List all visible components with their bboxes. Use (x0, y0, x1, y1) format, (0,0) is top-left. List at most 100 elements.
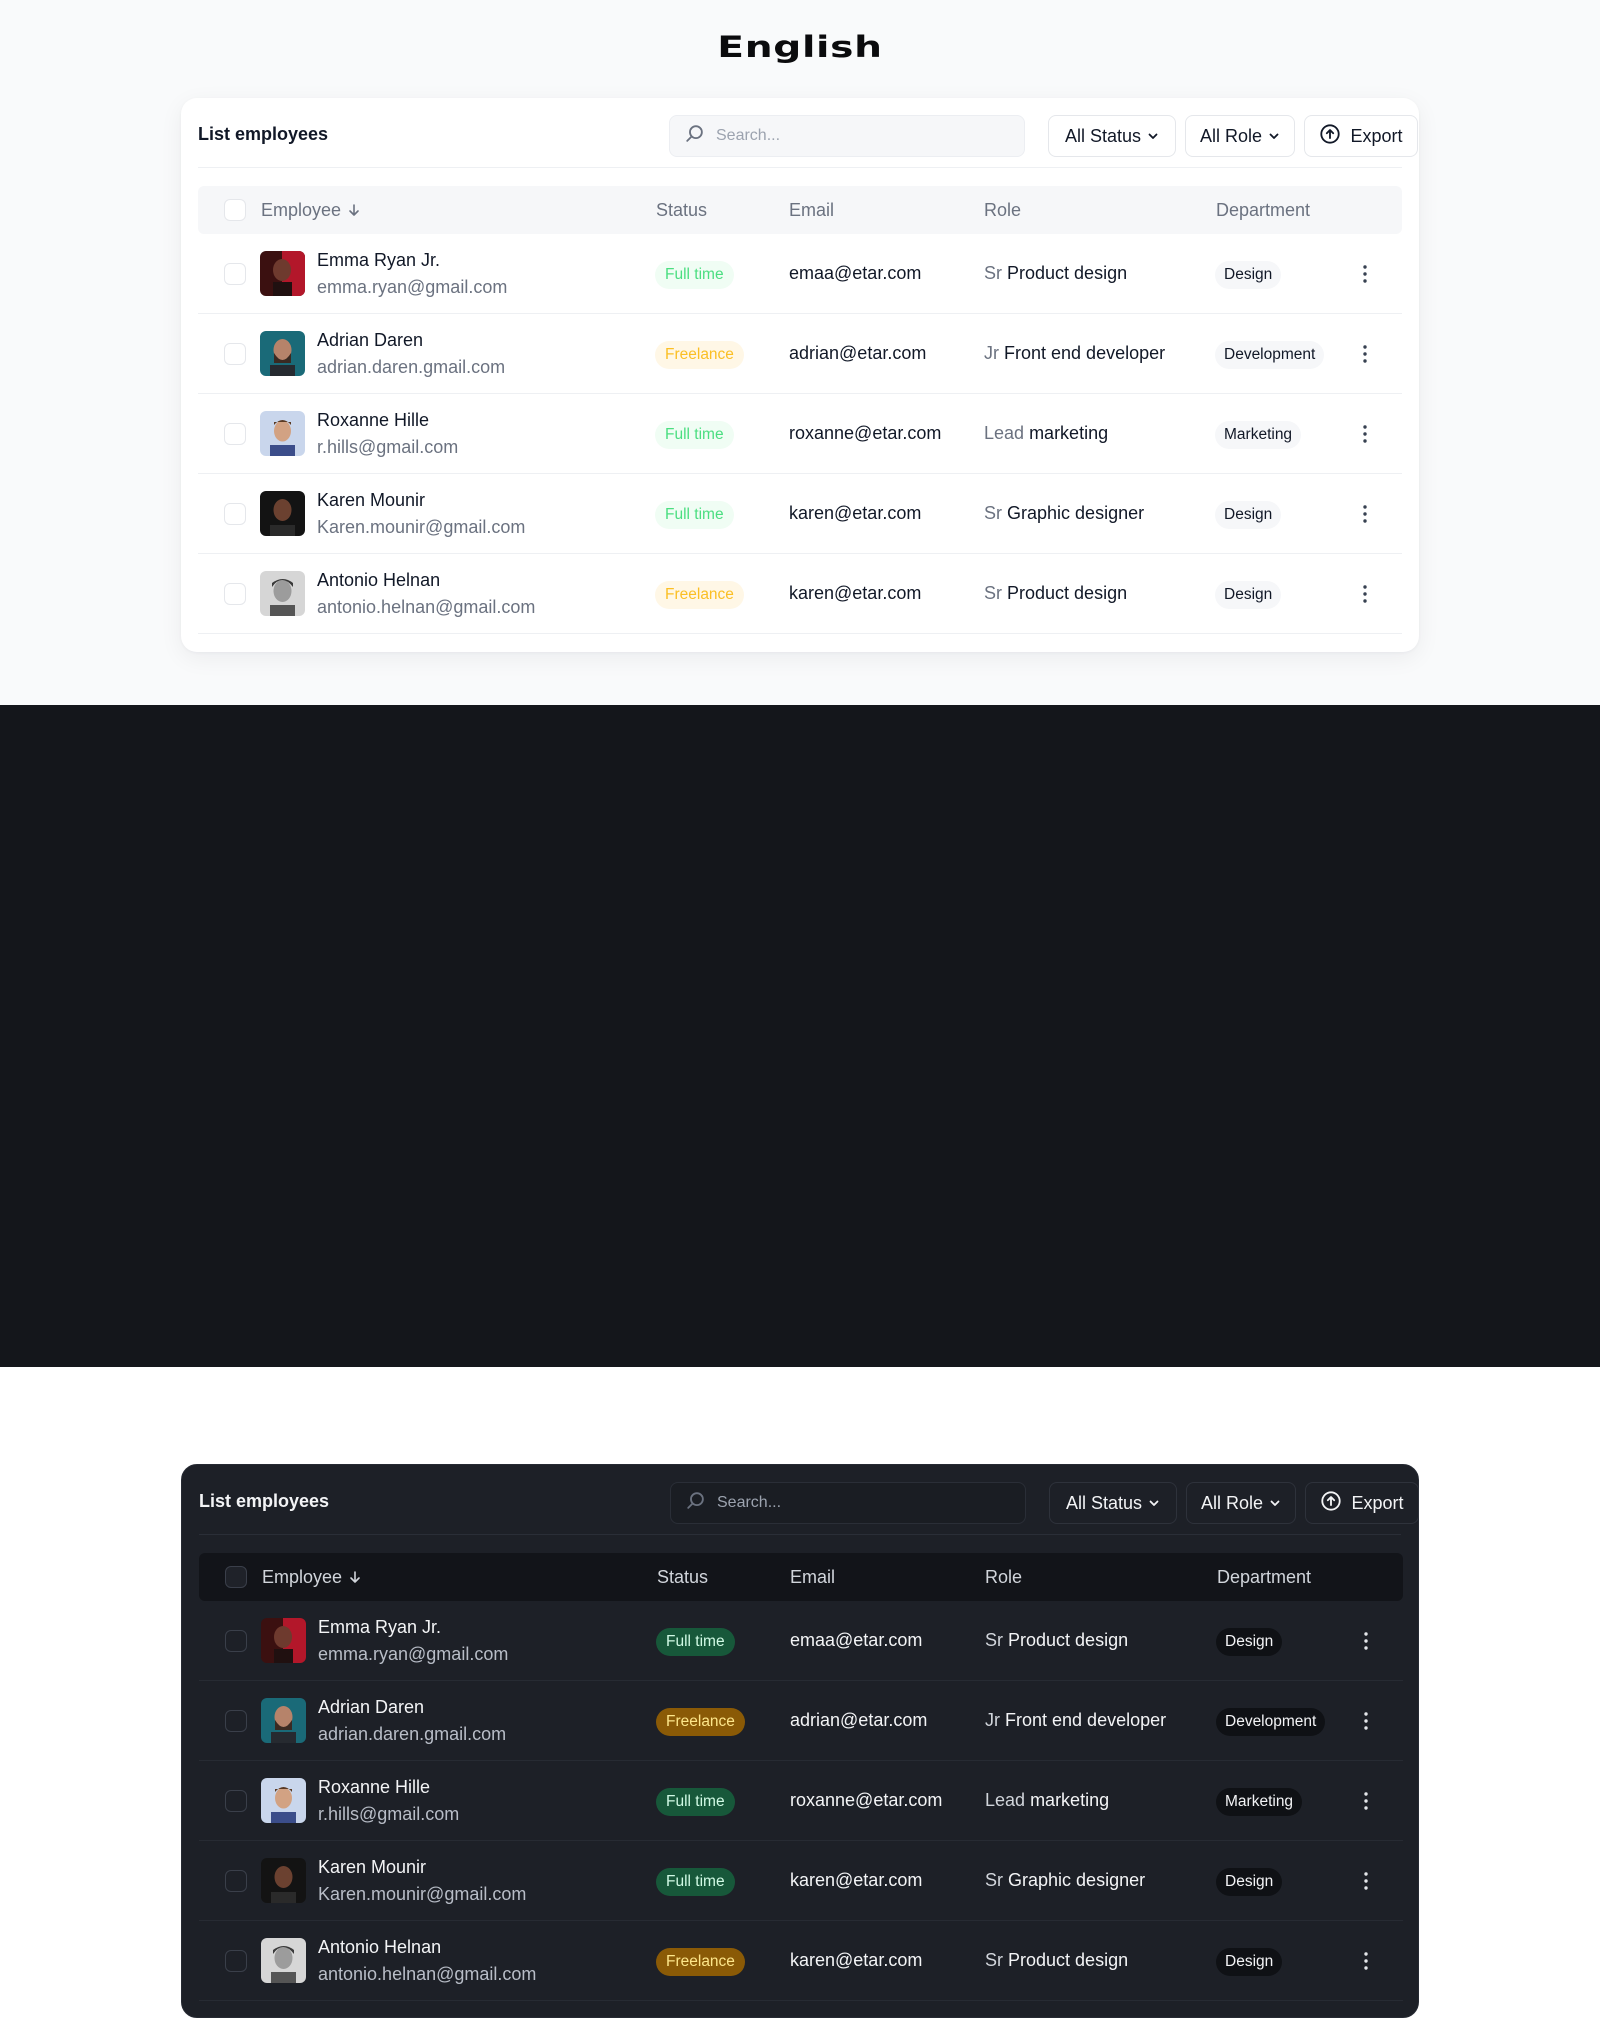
upload-circle-icon (1320, 1490, 1342, 1517)
card-toolbar: List employees Search... All Status All … (199, 1465, 1419, 1535)
select-all-checkbox[interactable] (224, 199, 246, 221)
export-button[interactable]: Export (1304, 115, 1418, 157)
more-vertical-icon[interactable] (1353, 582, 1377, 606)
role-filter-dropdown[interactable]: All Role (1185, 115, 1295, 157)
status-filter-dropdown[interactable]: All Status (1048, 115, 1176, 157)
chevron-down-icon (1269, 1493, 1281, 1514)
employee-work-email: adrian@etar.com (790, 1710, 928, 1730)
employee-name: Antonio Helnan (317, 570, 441, 590)
employee-role: Sr Graphic designer (984, 503, 1144, 524)
card-title: List employees (198, 124, 329, 144)
row-checkbox[interactable] (225, 1710, 247, 1732)
table-row[interactable]: Emma Ryan Jr. emma.ryan@gmail.com Full t… (198, 234, 1402, 314)
table-row[interactable]: Adrian Daren adrian.daren.gmail.com Free… (199, 1681, 1403, 1761)
employee-personal-email: Karen.mounir@gmail.com (317, 517, 526, 537)
employee-name: Antonio Helnan (318, 1937, 442, 1957)
employee-personal-email: emma.ryan@gmail.com (318, 1644, 509, 1664)
row-checkbox[interactable] (225, 1870, 247, 1892)
employee-work-email: roxanne@etar.com (789, 423, 942, 443)
column-header-role: Role (984, 200, 1022, 220)
column-header-department: Department (1217, 1567, 1312, 1587)
employee-work-email: emaa@etar.com (789, 263, 922, 283)
employee-role: Lead marketing (984, 423, 1108, 444)
row-checkbox[interactable] (225, 1950, 247, 1972)
employee-name: Karen Mounir (318, 1857, 427, 1877)
role-level: Jr (984, 343, 999, 363)
status-badge: Freelance (656, 1948, 745, 1976)
employee-personal-email: r.hills@gmail.com (318, 1804, 460, 1824)
employee-name: Karen Mounir (317, 490, 426, 510)
table-row[interactable]: Karen Mounir Karen.mounir@gmail.com Full… (198, 474, 1402, 554)
employee-name: Adrian Daren (318, 1697, 425, 1717)
more-vertical-icon[interactable] (1354, 1789, 1378, 1813)
row-checkbox[interactable] (224, 263, 246, 285)
table-row[interactable]: Roxanne Hille r.hills@gmail.com Full tim… (199, 1761, 1403, 1841)
status-filter-label: All Status (1065, 1492, 1143, 1513)
role-title: marketing (1030, 1790, 1110, 1810)
more-vertical-icon[interactable] (1354, 1869, 1378, 1893)
role-filter-dropdown[interactable]: All Role (1186, 1482, 1296, 1524)
more-vertical-icon[interactable] (1354, 1949, 1378, 1973)
more-vertical-icon[interactable] (1354, 1629, 1378, 1653)
employee-work-email: karen@etar.com (789, 503, 922, 523)
employee-role: Sr Product design (985, 1630, 1128, 1651)
avatar (260, 251, 305, 296)
employee-personal-email: r.hills@gmail.com (317, 437, 459, 457)
more-vertical-icon[interactable] (1353, 342, 1377, 366)
employee-role: Sr Product design (985, 1950, 1128, 1971)
avatar (261, 1618, 306, 1663)
employee-name: Roxanne Hille (318, 1777, 431, 1797)
status-badge: Freelance (655, 341, 744, 369)
employee-role: Sr Product design (984, 583, 1127, 604)
row-checkbox[interactable] (224, 423, 246, 445)
employee-personal-email: adrian.daren.gmail.com (318, 1724, 507, 1744)
employee-personal-email: antonio.helnan@gmail.com (318, 1964, 537, 1984)
table-row[interactable]: Karen Mounir Karen.mounir@gmail.com Full… (199, 1841, 1403, 1921)
status-filter-dropdown[interactable]: All Status (1049, 1482, 1177, 1524)
table-row[interactable]: Antonio Helnan antonio.helnan@gmail.com … (198, 554, 1402, 634)
employees-card-light: List employees Search... All Status All … (181, 98, 1419, 652)
employee-personal-email: antonio.helnan@gmail.com (317, 597, 536, 617)
dark-theme-section: List employees Search... All Status All … (0, 705, 1600, 2018)
column-header-department: Department (1216, 200, 1311, 220)
more-vertical-icon[interactable] (1354, 1709, 1378, 1733)
select-all-checkbox[interactable] (225, 1566, 247, 1588)
row-checkbox[interactable] (225, 1790, 247, 1812)
export-button[interactable]: Export (1305, 1482, 1419, 1524)
avatar (260, 331, 305, 376)
column-header-employee[interactable]: Employee (261, 200, 361, 221)
status-badge: Full time (655, 261, 734, 289)
role-title: Graphic designer (1007, 503, 1145, 523)
search-icon (684, 123, 706, 150)
table-row[interactable]: Adrian Daren adrian.daren.gmail.com Free… (198, 314, 1402, 394)
row-checkbox[interactable] (225, 1630, 247, 1652)
row-checkbox[interactable] (224, 343, 246, 365)
employee-role: Sr Product design (984, 263, 1127, 284)
row-checkbox[interactable] (224, 503, 246, 525)
employee-work-email: adrian@etar.com (789, 343, 927, 363)
arrow-down-icon (348, 1568, 362, 1583)
table-row[interactable]: Emma Ryan Jr. emma.ryan@gmail.com Full t… (199, 1601, 1403, 1681)
employee-work-email: karen@etar.com (790, 1870, 923, 1890)
table-row[interactable]: Roxanne Hille r.hills@gmail.com Full tim… (198, 394, 1402, 474)
search-input[interactable]: Search... (669, 115, 1025, 157)
search-input[interactable]: Search... (670, 1482, 1026, 1524)
table-row[interactable]: Antonio Helnan antonio.helnan@gmail.com … (199, 1921, 1403, 2001)
column-header-employee[interactable]: Employee (262, 1567, 362, 1588)
role-level: Sr (985, 1950, 1003, 1970)
more-vertical-icon[interactable] (1353, 502, 1377, 526)
status-badge: Full time (656, 1788, 735, 1816)
upload-circle-icon (1319, 123, 1341, 150)
row-checkbox[interactable] (224, 583, 246, 605)
table-header: Employee Status Email Role Department (198, 186, 1402, 234)
role-title: Product design (1008, 1630, 1129, 1650)
more-vertical-icon[interactable] (1353, 422, 1377, 446)
search-icon (685, 1490, 707, 1517)
employee-personal-email: emma.ryan@gmail.com (317, 277, 508, 297)
more-vertical-icon[interactable] (1353, 262, 1377, 286)
role-filter-label: All Role (1199, 125, 1263, 146)
department-badge: Design (1215, 261, 1282, 289)
employee-name: Emma Ryan Jr. (317, 250, 441, 270)
role-title: Product design (1007, 263, 1128, 283)
department-badge: Development (1215, 341, 1325, 369)
